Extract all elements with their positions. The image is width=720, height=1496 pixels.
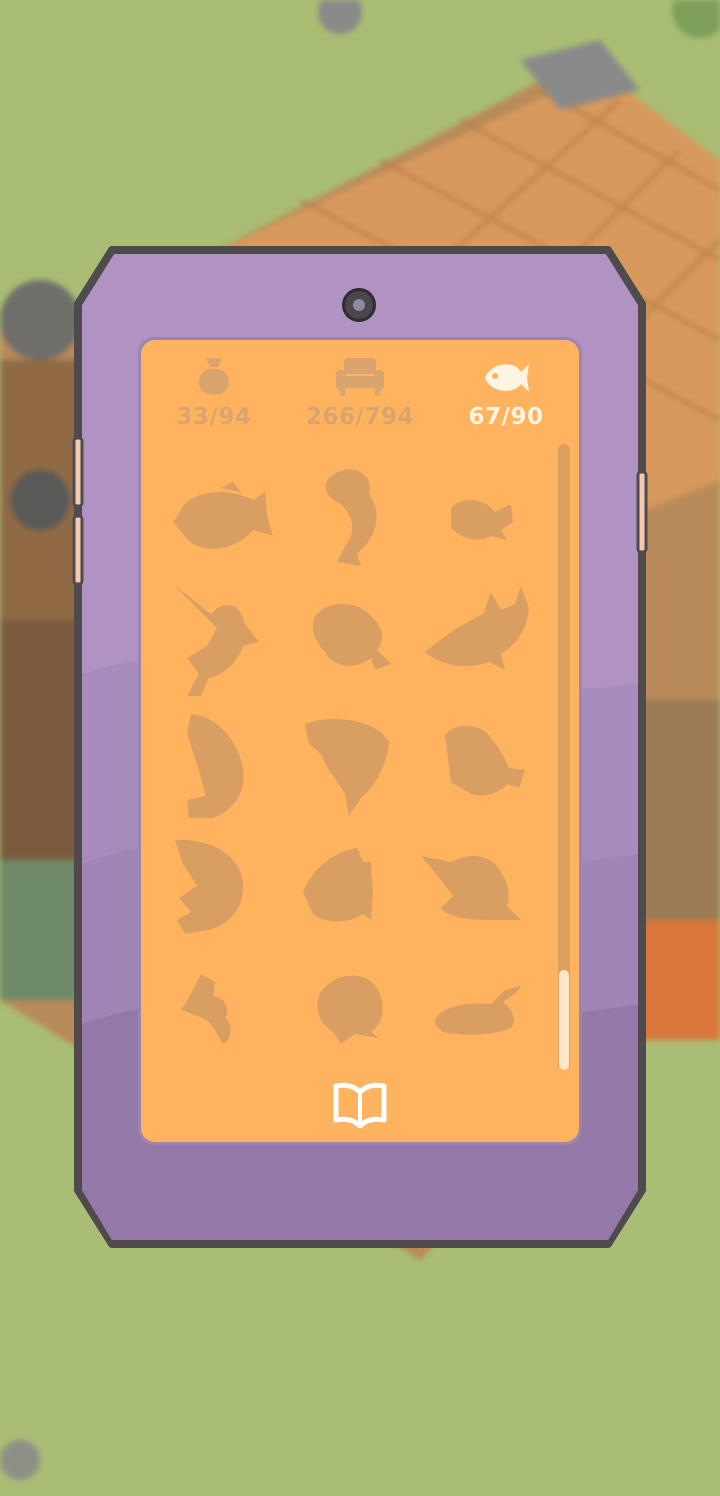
collection-screen: 33/94 266/794 67/90 bbox=[141, 340, 579, 1142]
pouch-icon bbox=[198, 358, 230, 395]
fish-slot-3[interactable] bbox=[421, 458, 541, 578]
tab-furniture[interactable]: 266/794 bbox=[305, 354, 415, 436]
fish-slot-10[interactable] bbox=[161, 836, 281, 956]
game-scene: 33/94 266/794 67/90 bbox=[0, 0, 720, 1496]
tab-furniture-count: 266/794 bbox=[306, 404, 414, 430]
scrollbar-thumb[interactable] bbox=[559, 970, 569, 1070]
fish-icon bbox=[485, 364, 529, 392]
fish-slot-2[interactable] bbox=[291, 458, 411, 578]
fish-slot-12[interactable] bbox=[421, 836, 541, 956]
fish-slot-5[interactable] bbox=[291, 584, 411, 704]
tab-fish[interactable]: 67/90 bbox=[451, 354, 561, 436]
fish-slot-6[interactable] bbox=[421, 584, 541, 704]
fish-slot-14[interactable] bbox=[291, 962, 411, 1082]
camera-icon bbox=[342, 288, 376, 322]
fish-collection-grid bbox=[161, 458, 551, 1078]
fish-slot-1[interactable] bbox=[161, 458, 281, 578]
book-icon[interactable] bbox=[330, 1080, 390, 1130]
fish-slot-7[interactable] bbox=[161, 710, 281, 830]
collection-scrollbar[interactable] bbox=[558, 444, 570, 1070]
fish-slot-8[interactable] bbox=[291, 710, 411, 830]
fish-slot-11[interactable] bbox=[291, 836, 411, 956]
fish-slot-4[interactable] bbox=[161, 584, 281, 704]
fish-slot-15[interactable] bbox=[421, 962, 541, 1082]
tab-items[interactable]: 33/94 bbox=[159, 354, 269, 436]
tab-items-count: 33/94 bbox=[176, 404, 252, 430]
fish-slot-9[interactable] bbox=[421, 710, 541, 830]
tab-fish-count: 67/90 bbox=[468, 404, 544, 430]
category-tabs: 33/94 266/794 67/90 bbox=[141, 340, 579, 440]
sofa-icon bbox=[336, 358, 384, 396]
fish-slot-13[interactable] bbox=[161, 962, 281, 1082]
phone-device: 33/94 266/794 67/90 bbox=[72, 244, 648, 1250]
